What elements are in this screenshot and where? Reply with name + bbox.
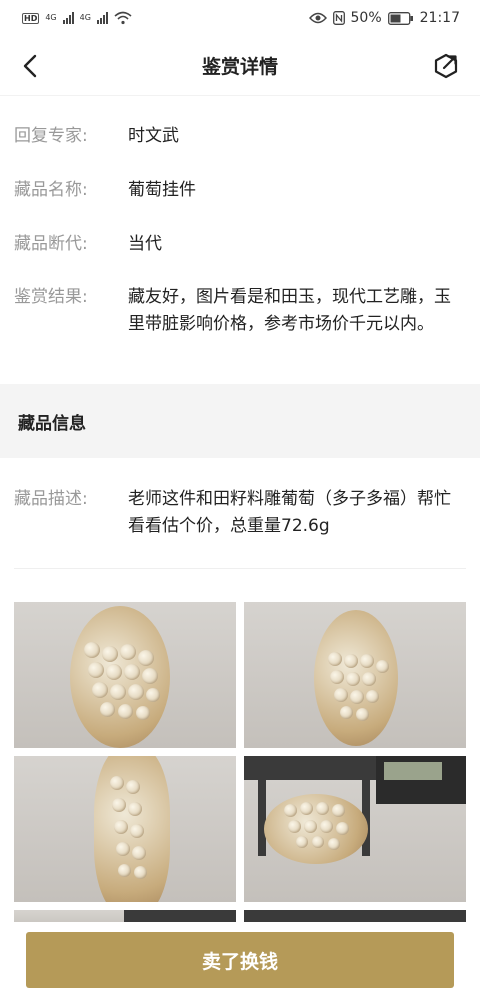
expert-row: 回复专家: 时文武	[14, 122, 458, 150]
share-button[interactable]	[430, 50, 462, 82]
result-row: 鉴赏结果: 藏友好，图片看是和田玉，现代工艺雕，玉里带脏影响价格，参考市场价千元…	[14, 284, 458, 338]
hd-badge-icon: HD	[22, 12, 40, 24]
era-row: 藏品断代: 当代	[14, 230, 458, 258]
description-value: 老师这件和田籽料雕葡萄（多子多福）帮忙看看估个价，总重量72.6g	[128, 489, 451, 536]
collection-section-header: 藏品信息	[0, 384, 480, 458]
signal-icon-2	[96, 12, 108, 24]
result-value: 藏友好，图片看是和田玉，现代工艺雕，玉里带脏影响价格，参考市场价千元以内。	[128, 287, 451, 334]
signal-icon	[62, 12, 74, 24]
eye-icon	[308, 12, 327, 24]
network-type-1: 4G	[45, 13, 57, 22]
status-bar: HD 4G 4G 50% 21:17	[0, 0, 480, 36]
network-type-2: 4G	[79, 13, 91, 22]
expert-label: 回复专家:	[14, 126, 88, 146]
expert-value: 时文武	[128, 126, 179, 146]
chevron-left-icon	[23, 54, 37, 78]
status-right: 50% 21:17	[308, 10, 460, 26]
wifi-icon	[114, 11, 132, 25]
description-label: 藏品描述:	[14, 489, 88, 509]
description-row: 藏品描述: 老师这件和田籽料雕葡萄（多子多福）帮忙看看估个价，总重量72.6g	[14, 486, 458, 540]
name-value: 葡萄挂件	[128, 180, 196, 200]
clock: 21:17	[419, 10, 460, 26]
name-label: 藏品名称:	[14, 180, 88, 200]
era-label: 藏品断代:	[14, 234, 88, 254]
back-button[interactable]	[14, 50, 46, 82]
result-label: 鉴赏结果:	[14, 287, 88, 307]
photo-2[interactable]	[244, 602, 466, 748]
share-icon	[434, 53, 458, 79]
sell-button[interactable]: 卖了换钱	[26, 932, 454, 988]
nav-bar: 鉴赏详情	[0, 36, 480, 96]
photo-4[interactable]	[244, 756, 466, 902]
divider	[14, 568, 466, 569]
nfc-icon	[332, 11, 345, 25]
page-title: 鉴赏详情	[201, 56, 278, 78]
name-row: 藏品名称: 葡萄挂件	[14, 176, 458, 204]
section-title: 藏品信息	[18, 413, 86, 434]
era-value: 当代	[128, 234, 162, 254]
battery-percent: 50%	[350, 10, 382, 26]
status-left: HD 4G 4G	[22, 11, 132, 25]
bottom-action-bar: 卖了换钱	[0, 922, 480, 996]
photo-1[interactable]	[14, 602, 236, 748]
photo-3[interactable]	[14, 756, 236, 902]
battery-icon	[387, 11, 413, 25]
